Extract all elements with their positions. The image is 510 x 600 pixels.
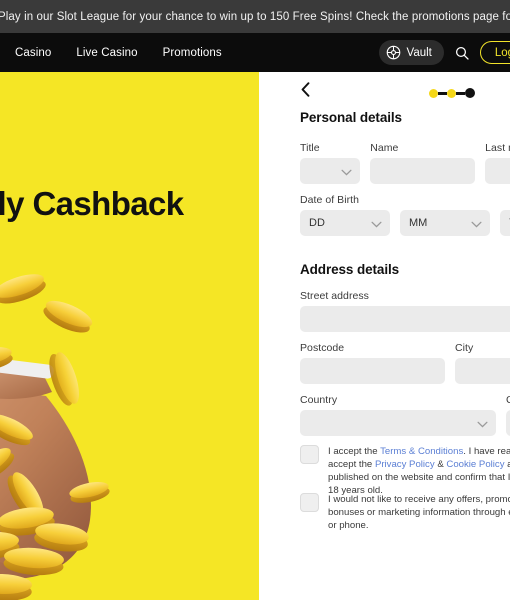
street-label: Street address — [300, 290, 369, 302]
terms-checkbox[interactable] — [300, 445, 319, 464]
chevron-down-icon — [341, 167, 352, 176]
lastname-input[interactable] — [485, 158, 510, 184]
name-field-group: Name — [370, 142, 476, 184]
marketing-checkbox-row: I would not like to receive any offers, … — [300, 493, 510, 532]
terms-checkbox-label: I accept the Terms & Conditions. I have … — [328, 445, 510, 497]
registration-form-panel: Personal details Title Name Last name — [259, 72, 510, 600]
promo-banner[interactable]: Play in our Slot League for your chance … — [0, 0, 510, 33]
personal-details-heading: Personal details — [300, 110, 402, 125]
step-connector-2 — [456, 91, 465, 95]
currency-select[interactable] — [506, 410, 510, 436]
step-indicator — [429, 88, 475, 98]
nav-links: Casino Live Casino Promotions — [0, 47, 222, 59]
nav-link-casino[interactable]: Casino — [15, 47, 51, 59]
marketing-checkbox-label: I would not like to receive any offers, … — [328, 494, 510, 531]
nav-link-live-casino[interactable]: Live Casino — [76, 47, 137, 59]
promo-panel: Daily Cashback — [0, 72, 259, 600]
chevron-down-icon — [477, 419, 488, 428]
promo-banner-text: Play in our Slot League for your chance … — [0, 10, 510, 23]
step-connector-1 — [438, 91, 447, 95]
dob-year-select[interactable]: YYYY — [500, 210, 510, 236]
dob-day-select[interactable]: DD — [300, 210, 390, 236]
city-field-group: City — [455, 342, 510, 384]
country-label: Country — [300, 394, 338, 406]
city-label: City — [455, 342, 474, 354]
main-navigation: Casino Live Casino Promotions Vault Lo — [0, 33, 510, 72]
step-dot-3 — [465, 88, 475, 98]
lastname-label: Last name — [485, 142, 510, 154]
nav-actions: Vault Login — [378, 33, 510, 72]
lastname-field-group: Last name — [485, 142, 510, 184]
privacy-policy-link[interactable]: Privacy Policy — [375, 459, 435, 470]
name-input[interactable] — [370, 158, 476, 184]
cookie-policy-link[interactable]: Cookie Policy — [446, 459, 504, 470]
dob-day-value: DD — [309, 217, 325, 229]
title-label: Title — [300, 142, 320, 154]
postcode-city-row: Postcode City — [300, 342, 510, 384]
currency-field-group: Currency — [506, 394, 510, 436]
dob-month-select[interactable]: MM — [400, 210, 490, 236]
vault-icon — [386, 45, 401, 60]
nav-link-promotions[interactable]: Promotions — [163, 47, 222, 59]
login-button[interactable]: Login — [479, 41, 510, 64]
postcode-field-group: Postcode — [300, 342, 445, 384]
terms-text-1: I accept the — [328, 446, 381, 457]
dob-month-value: MM — [409, 217, 428, 229]
terms-text-3: & — [434, 459, 447, 470]
country-select[interactable] — [300, 410, 496, 436]
marketing-checkbox[interactable] — [300, 493, 319, 512]
country-currency-row: Country Currency — [300, 394, 510, 436]
country-field-group: Country — [300, 394, 496, 436]
currency-label: Currency — [506, 394, 510, 406]
terms-conditions-link[interactable]: Terms & Conditions — [380, 446, 463, 457]
name-label: Name — [370, 142, 399, 154]
terms-checkbox-row: I accept the Terms & Conditions. I have … — [300, 445, 510, 497]
vault-label: Vault — [406, 46, 432, 59]
address-details-heading: Address details — [300, 262, 400, 277]
promo-title: Daily Cashback — [0, 185, 184, 222]
dob-group: Date of Birth DD MM YYYY — [300, 194, 510, 236]
step-dot-2 — [447, 88, 456, 98]
street-field-group: Street address — [300, 290, 510, 332]
title-select[interactable] — [300, 158, 361, 184]
street-input[interactable] — [300, 306, 510, 332]
city-input[interactable] — [455, 358, 510, 384]
postcode-label: Postcode — [300, 342, 345, 354]
step-dot-1 — [429, 88, 438, 98]
chevron-left-icon[interactable] — [300, 82, 311, 97]
signup-page: Play in our Slot League for your chance … — [0, 0, 510, 600]
dob-label: Date of Birth — [300, 194, 360, 206]
name-row: Title Name Last name — [300, 142, 510, 184]
money-bag-coins-illustration — [0, 262, 234, 600]
vault-button[interactable]: Vault — [378, 40, 444, 65]
postcode-input[interactable] — [300, 358, 445, 384]
chevron-down-icon — [371, 219, 382, 228]
search-icon[interactable] — [454, 45, 470, 61]
form-header — [259, 72, 510, 110]
title-field-group: Title — [300, 142, 361, 184]
chevron-down-icon — [471, 219, 482, 228]
